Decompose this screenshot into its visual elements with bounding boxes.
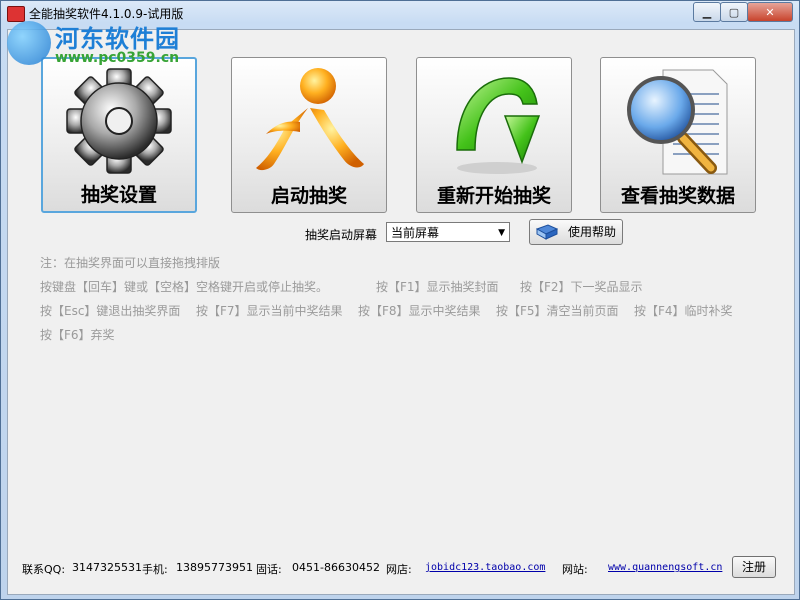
chevron-down-icon: ▼ — [498, 228, 505, 238]
help-button[interactable]: 使用帮助 — [529, 219, 623, 245]
note-f7: 按【F7】显示当前中奖结果 — [196, 304, 343, 318]
screen-select-value: 当前屏幕 — [391, 226, 440, 240]
running-person-icon — [256, 68, 364, 171]
footer-contact: 联系QQ: 3147325531 手机: 13895773951 固话: 045… — [22, 556, 782, 580]
note-f4: 按【F4】临时补奖 — [634, 304, 733, 318]
main-panel: 抽奖设置 启动抽奖 重新开始抽奖 查看抽奖数据 抽奖启动屏幕 当前屏幕 ▼ 使用… — [7, 29, 795, 595]
screen-label: 抽奖启动屏幕 — [305, 228, 378, 242]
screen-select-row: 抽奖启动屏幕 当前屏幕 ▼ 使用帮助 — [8, 219, 794, 248]
tel-label: 固话: — [256, 563, 282, 576]
screen-select[interactable]: 当前屏幕 ▼ — [386, 222, 510, 242]
shop-link[interactable]: jobidc123.taobao.com — [425, 562, 545, 573]
watermark-url: www.pc0359.cn — [55, 50, 180, 66]
green-arrow-icon — [456, 77, 541, 174]
watermark-logo-icon — [7, 21, 51, 65]
book-icon — [536, 224, 558, 240]
close-button[interactable]: ✕ — [747, 2, 793, 22]
phone-label: 手机: — [142, 563, 168, 576]
maximize-button[interactable]: ▢ — [720, 2, 748, 22]
restart-lottery-label: 重新开始抽奖 — [436, 185, 551, 207]
shop-label: 网店: — [386, 563, 412, 576]
lottery-settings-label: 抽奖设置 — [80, 184, 157, 206]
site-link[interactable]: www.quannengsoft.cn — [608, 562, 722, 573]
qq-number: 3147325531 — [72, 561, 142, 574]
site-label: 网站: — [562, 563, 588, 576]
note-f6: 按【F6】弃奖 — [40, 328, 115, 342]
start-lottery-button[interactable]: 启动抽奖 — [231, 57, 387, 213]
view-lottery-data-label: 查看抽奖数据 — [620, 185, 735, 207]
watermark-name: 河东软件园 — [55, 25, 180, 53]
app-window: 全能抽奖软件4.1.0.9-试用版 ▁ ▢ ✕ 抽奖设置 启动抽奖 重新开始抽奖… — [0, 0, 800, 600]
magnifier-document-icon — [627, 69, 728, 175]
note-esc: 按【Esc】键退出抽奖界面 — [40, 304, 181, 318]
help-label: 使用帮助 — [568, 225, 617, 239]
note-f1: 按【F1】显示抽奖封面 — [376, 280, 499, 294]
note-f5: 按【F5】清空当前页面 — [496, 304, 619, 318]
register-button[interactable]: 注册 — [732, 556, 776, 578]
note-f2: 按【F2】下一奖品显示 — [520, 280, 643, 294]
view-lottery-data-button[interactable]: 查看抽奖数据 — [600, 57, 756, 213]
qq-label: 联系QQ: — [22, 563, 66, 576]
phone-number: 13895773951 — [176, 561, 253, 574]
note-drag: 注：在抽奖界面可以直接拖拽排版 — [40, 256, 221, 270]
tel-number: 0451-86630452 — [292, 561, 380, 574]
minimize-button[interactable]: ▁ — [693, 2, 721, 22]
note-f8: 按【F8】显示中奖结果 — [358, 304, 481, 318]
watermark: 河东软件园 www.pc0359.cn — [5, 17, 215, 71]
note-enter-space: 按键盘【回车】键或【空格】空格键开启或停止抽奖。 — [40, 280, 329, 294]
start-lottery-label: 启动抽奖 — [270, 185, 347, 207]
gear-icon — [66, 68, 172, 174]
lottery-settings-button[interactable]: 抽奖设置 — [41, 57, 197, 213]
restart-lottery-button[interactable]: 重新开始抽奖 — [416, 57, 572, 213]
